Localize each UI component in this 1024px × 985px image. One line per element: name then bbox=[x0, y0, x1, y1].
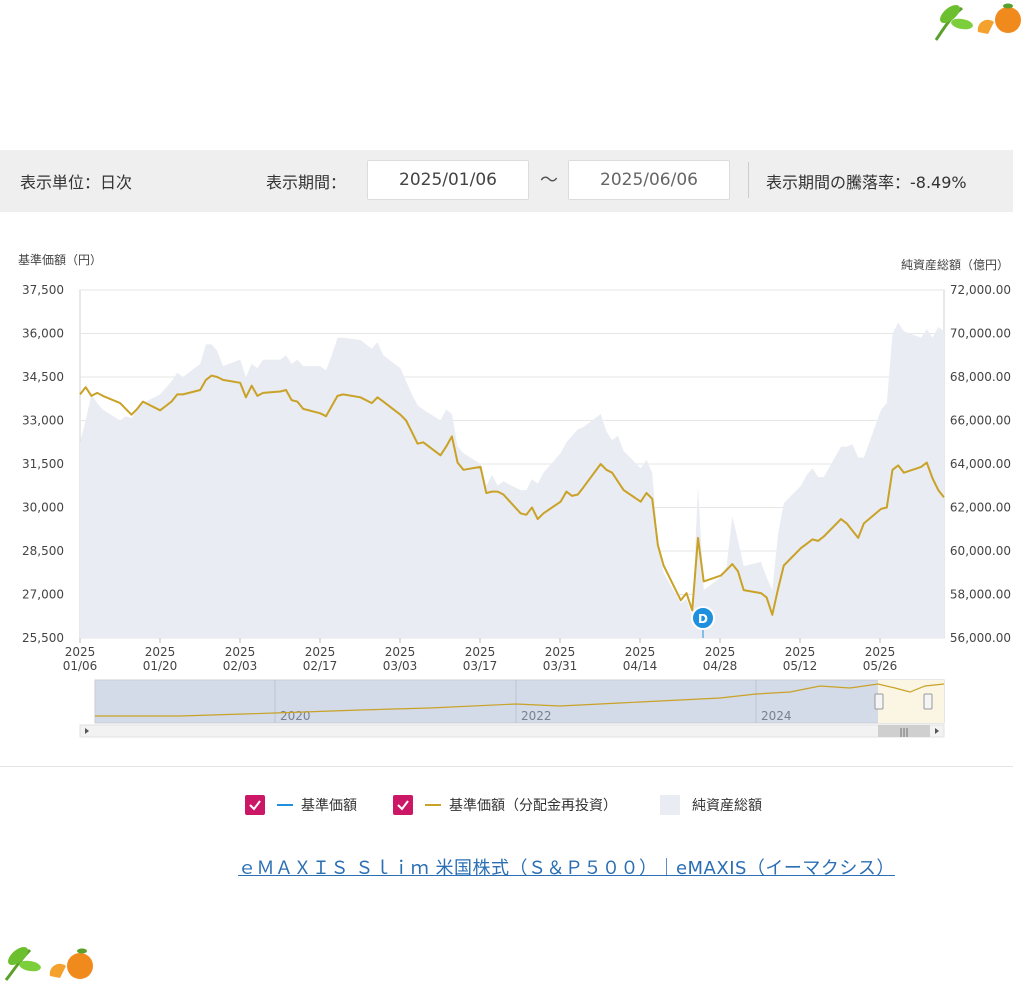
x-tick-year: 2025 bbox=[865, 645, 896, 659]
left-axis-title: 基準価額（円） bbox=[18, 252, 102, 267]
x-tick-date: 02/03 bbox=[223, 659, 258, 673]
navigator-year-label: 2020 bbox=[280, 709, 311, 723]
chart-legend: 基準価額 基準価額（分配金再投資） 純資産総額 bbox=[0, 766, 1013, 837]
right-tick-label: 58,000.00 bbox=[950, 588, 1011, 602]
x-tick-year: 2025 bbox=[65, 645, 96, 659]
x-tick-year: 2025 bbox=[785, 645, 816, 659]
right-tick-label: 60,000.00 bbox=[950, 544, 1011, 558]
x-tick-date: 01/20 bbox=[143, 659, 178, 673]
right-axis-title: 純資産総額（億円） bbox=[901, 257, 1009, 272]
left-tick-label: 36,000 bbox=[22, 327, 64, 341]
right-tick-label: 62,000.00 bbox=[950, 501, 1011, 515]
check-icon bbox=[249, 800, 261, 811]
x-tick-year: 2025 bbox=[385, 645, 416, 659]
x-tick-date: 02/17 bbox=[303, 659, 338, 673]
left-tick-label: 28,500 bbox=[22, 544, 64, 558]
right-tick-label: 72,000.00 bbox=[950, 283, 1011, 297]
legend-item-nav-reinvested[interactable]: 基準価額（分配金再投資） bbox=[393, 795, 617, 815]
right-tick-label: 66,000.00 bbox=[950, 414, 1011, 428]
legend-swatch-net-assets bbox=[660, 795, 680, 815]
leaf-orange-icon bbox=[4, 947, 93, 981]
checkbox-nav[interactable] bbox=[245, 795, 265, 815]
checkbox-nav-reinvested[interactable] bbox=[393, 795, 413, 815]
legend-line-nav-reinvested bbox=[425, 804, 441, 806]
price-chart: 基準価額（円） 純資産総額（億円） 37,500 36,000 34,500 33,0… bbox=[18, 252, 1011, 738]
right-tick-label: 56,000.00 bbox=[950, 631, 1011, 645]
x-tick-year: 2025 bbox=[465, 645, 496, 659]
navigator-year-label: 2022 bbox=[521, 709, 552, 723]
x-tick-date: 04/28 bbox=[703, 659, 738, 673]
x-tick-date: 03/31 bbox=[543, 659, 578, 673]
start-date-input[interactable]: 2025/01/06 bbox=[367, 160, 529, 200]
divider bbox=[748, 162, 749, 198]
right-tick-label: 68,000.00 bbox=[950, 370, 1011, 384]
x-tick-date: 03/17 bbox=[463, 659, 498, 673]
legend-item-net-assets[interactable]: 純資産総額 bbox=[660, 795, 762, 815]
x-tick-year: 2025 bbox=[705, 645, 736, 659]
dividend-marker-label: D bbox=[698, 612, 708, 626]
filter-bar: 表示単位：日次 表示期間： 2025/01/06 ～ 2025/06/06 表示… bbox=[0, 150, 1013, 212]
navigator-handle-left[interactable] bbox=[874, 693, 884, 710]
left-tick-label: 25,500 bbox=[22, 631, 64, 645]
legend-label-nav: 基準価額 bbox=[301, 798, 357, 814]
period-change-label: 表示期間の騰落率：-8.49% bbox=[766, 173, 967, 192]
scrollbar-grip-icon: ||| bbox=[899, 728, 908, 738]
navigator-handle-right[interactable] bbox=[923, 693, 933, 710]
x-tick-date: 03/03 bbox=[383, 659, 418, 673]
scrollbar-track[interactable] bbox=[79, 724, 945, 738]
display-unit-label: 表示単位：日次 bbox=[20, 173, 133, 192]
range-separator: ～ bbox=[540, 170, 558, 191]
left-tick-label: 31,500 bbox=[22, 457, 64, 471]
right-tick-label: 70,000.00 bbox=[950, 327, 1011, 341]
check-icon bbox=[397, 800, 409, 811]
x-tick-date: 04/14 bbox=[623, 659, 658, 673]
x-tick-date: 01/06 bbox=[63, 659, 98, 673]
x-tick-year: 2025 bbox=[305, 645, 336, 659]
left-tick-label: 33,000 bbox=[22, 414, 64, 428]
x-tick-year: 2025 bbox=[225, 645, 256, 659]
legend-label-net-assets: 純資産総額 bbox=[692, 798, 762, 814]
left-tick-label: 37,500 bbox=[22, 283, 64, 297]
end-date-input[interactable]: 2025/06/06 bbox=[568, 160, 730, 200]
left-tick-label: 30,000 bbox=[22, 501, 64, 515]
legend-item-nav[interactable]: 基準価額 bbox=[245, 795, 357, 815]
fund-page-link[interactable]: ｅＭＡＸＩＳ Ｓｌｉｍ 米国株式（Ｓ＆Ｐ５００）｜eMAXIS（イーマクシス） bbox=[238, 854, 895, 880]
leaf-orange-icon bbox=[934, 3, 1021, 41]
x-tick-date: 05/12 bbox=[783, 659, 818, 673]
left-tick-label: 27,000 bbox=[22, 588, 64, 602]
x-tick-year: 2025 bbox=[145, 645, 176, 659]
x-tick-year: 2025 bbox=[625, 645, 656, 659]
left-tick-label: 34,500 bbox=[22, 370, 64, 384]
display-period-label: 表示期間： bbox=[266, 173, 347, 192]
x-tick-date: 05/26 bbox=[863, 659, 898, 673]
navigator-year-label: 2024 bbox=[761, 709, 792, 723]
legend-label-nav-reinvested: 基準価額（分配金再投資） bbox=[449, 798, 617, 814]
legend-line-nav bbox=[277, 804, 293, 806]
x-tick-year: 2025 bbox=[545, 645, 576, 659]
right-tick-label: 64,000.00 bbox=[950, 457, 1011, 471]
